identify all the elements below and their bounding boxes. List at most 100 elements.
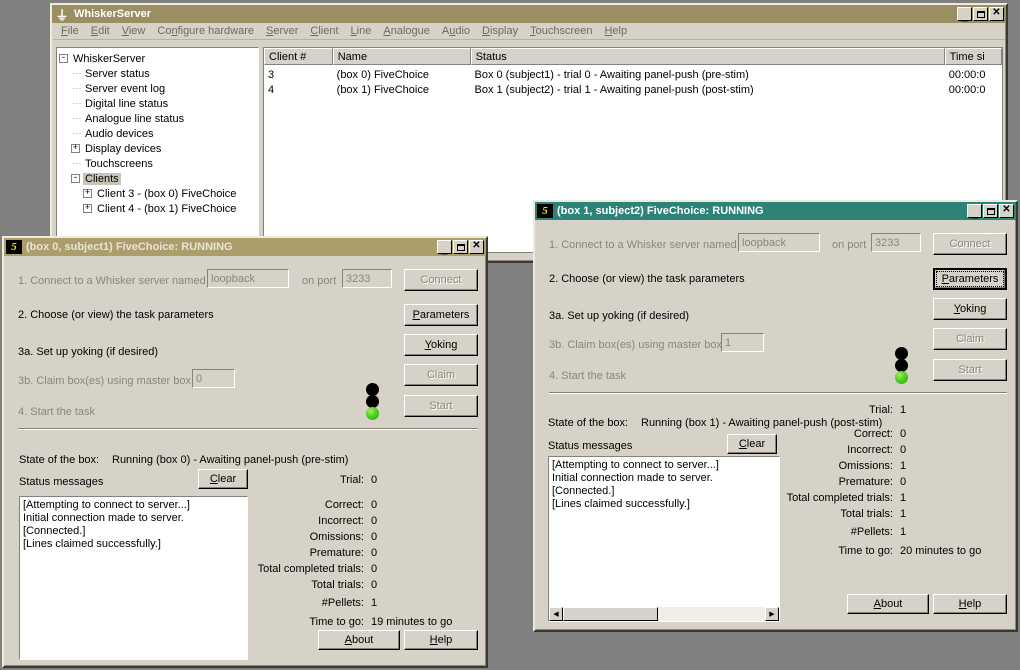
box1-stat-label-correct: Correct: [853, 428, 893, 440]
tree-expander-plus-icon[interactable]: + [71, 144, 80, 153]
tree-item-analogue-line-status[interactable]: ⋯ Analogue line status [59, 111, 256, 126]
menu-item-audio[interactable]: Audio [436, 24, 476, 38]
box1-titlebar[interactable]: 5 (box 1, subject2) FiveChoice: RUNNING … [535, 202, 1016, 220]
box1-port-input[interactable]: 3233 [871, 233, 921, 252]
tree-item-touchscreens[interactable]: ⋯ Touchscreens [59, 156, 256, 171]
server-tree: - WhiskerServer ⋯ Server status ⋯ Server even… [57, 48, 258, 219]
menu-item-help[interactable]: Help [598, 24, 633, 38]
box0-claim-label: Claim [426, 369, 456, 381]
tree-expander-minus-icon[interactable]: - [59, 54, 68, 63]
tree-item-whiskerserver[interactable]: - WhiskerServer [59, 51, 256, 66]
box0-divider [18, 428, 478, 430]
menu-item-client[interactable]: Client [304, 24, 344, 38]
box1-stat-value-total-completed-trials: 1 [900, 492, 907, 504]
box1-messages-hscrollbar[interactable]: ◀ ▶ [549, 607, 779, 621]
column-header-status[interactable]: Status [470, 48, 945, 65]
box1-step3b-label: 3b. Claim box(es) using master box [549, 339, 723, 351]
box0-master-box-input[interactable]: 0 [192, 369, 235, 388]
box1-stat-label-omissions: Omissions: [838, 460, 893, 472]
box0-about-button[interactable]: About [318, 630, 400, 650]
tree-item-label: Server status [85, 67, 150, 80]
box0-stat-label-total-completed-trials: Total completed trials: [257, 563, 364, 575]
box0-parameters-button[interactable]: Parameters [404, 304, 478, 326]
box1-status-lights [895, 347, 909, 384]
menu-item-configure-hardware[interactable]: Configure hardware [151, 24, 260, 38]
box1-start-button[interactable]: Start [933, 359, 1007, 381]
server-minimize-button[interactable]: _ [957, 7, 972, 22]
menu-item-file[interactable]: File [55, 24, 85, 38]
whisker-logo-icon: ⏚ [55, 7, 69, 23]
menu-item-server[interactable]: Server [260, 24, 304, 38]
menu-item-edit[interactable]: Edit [85, 24, 116, 38]
tree-item-clients[interactable]: - Clients [59, 171, 256, 186]
server-maximize-button[interactable] [973, 7, 988, 21]
box1-master-box-input[interactable]: 1 [721, 333, 764, 352]
tree-item-client-4-box-1-fivechoice[interactable]: + Client 4 - (box 1) FiveChoice [59, 201, 256, 216]
box1-parameters-button[interactable]: Parameters [933, 268, 1007, 290]
box1-maximize-button[interactable] [983, 204, 998, 218]
box1-claim-button[interactable]: Claim [933, 328, 1007, 350]
hscroll-track[interactable] [563, 607, 765, 621]
tree-item-digital-line-status[interactable]: ⋯ Digital line status [59, 96, 256, 111]
box0-connect-button[interactable]: Connect [404, 269, 478, 291]
client-time-since: 00:00:0 [948, 68, 986, 81]
column-header-name[interactable]: Name [332, 48, 471, 65]
box0-yoking-button[interactable]: Yoking [404, 334, 478, 356]
box1-about-button[interactable]: About [847, 594, 929, 614]
menu-item-analogue[interactable]: Analogue [377, 24, 436, 38]
menu-item-view[interactable]: View [116, 24, 152, 38]
box1-stat-value-trial: 1 [900, 404, 907, 416]
box1-connect-button[interactable]: Connect [933, 233, 1007, 255]
menu-item-display[interactable]: Display [476, 24, 524, 38]
box0-app-icon: 5 [6, 240, 22, 254]
box0-claim-button[interactable]: Claim [404, 364, 478, 386]
client-list-body: 3 (box 0) FiveChoice Box 0 (subject1) - tr… [264, 65, 1002, 97]
client-row[interactable]: 4 (box 1) FiveChoice Box 1 (subject2) - tr… [264, 82, 1002, 97]
tree-item-server-status[interactable]: ⋯ Server status [59, 66, 256, 81]
box1-stat-label-premature: Premature: [838, 476, 893, 488]
scroll-right-icon[interactable]: ▶ [765, 607, 779, 621]
tree-connector-icon: ⋯ [72, 128, 82, 138]
client-status: Box 1 (subject2) - trial 1 - Awaiting pa… [474, 83, 754, 96]
scroll-left-icon[interactable]: ◀ [549, 607, 563, 621]
box0-port-input[interactable]: 3233 [342, 269, 392, 288]
tree-item-client-3-box-0-fivechoice[interactable]: + Client 3 - (box 0) FiveChoice [59, 186, 256, 201]
box1-close-button[interactable]: ✕ [999, 204, 1014, 218]
tree-item-audio-devices[interactable]: ⋯ Audio devices [59, 126, 256, 141]
box1-help-button[interactable]: Help [933, 594, 1007, 614]
box0-minimize-button[interactable]: _ [437, 240, 452, 255]
box0-close-button[interactable]: ✕ [469, 240, 484, 254]
box0-stat-value-pellets: 1 [371, 597, 378, 609]
box1-stat-value-omissions: 1 [900, 460, 907, 472]
tree-item-label: Audio devices [85, 127, 154, 140]
box1-yoking-button[interactable]: Yoking [933, 298, 1007, 320]
tree-item-display-devices[interactable]: + Display devices [59, 141, 256, 156]
box1-about-label: About [873, 598, 903, 610]
column-header-time-si[interactable]: Time si [944, 48, 1002, 65]
tree-item-server-event-log[interactable]: ⋯ Server event log [59, 81, 256, 96]
tree-expander-plus-icon[interactable]: + [83, 204, 92, 213]
server-tree-pane[interactable]: - WhiskerServer ⋯ Server status ⋯ Server even… [56, 47, 259, 253]
box1-stat-label-total-completed-trials: Total completed trials: [786, 492, 893, 504]
box0-maximize-button[interactable] [453, 240, 468, 254]
tree-item-label: Server event log [85, 82, 166, 95]
box1-minimize-button[interactable]: _ [967, 204, 982, 219]
box0-start-button[interactable]: Start [404, 395, 478, 417]
tree-expander-plus-icon[interactable]: + [83, 189, 92, 198]
menu-item-line[interactable]: Line [345, 24, 378, 38]
box0-help-button[interactable]: Help [404, 630, 478, 650]
box0-titlebar[interactable]: 5 (box 0, subject1) FiveChoice: RUNNING … [4, 238, 486, 256]
tree-expander-minus-icon[interactable]: - [71, 174, 80, 183]
box0-server-name-input[interactable]: loopback [207, 269, 289, 288]
server-close-button[interactable]: ✕ [989, 7, 1004, 21]
box0-about-label: About [344, 634, 374, 646]
client-list-header: Client # Name Status Time si [264, 48, 1002, 65]
hscroll-thumb[interactable] [563, 607, 658, 621]
box1-server-name-input[interactable]: loopback [738, 233, 820, 252]
menu-item-touchscreen[interactable]: Touchscreen [524, 24, 598, 38]
box0-stat-label-omissions: Omissions: [309, 531, 364, 543]
client-row[interactable]: 3 (box 0) FiveChoice Box 0 (subject1) - tr… [264, 67, 1002, 82]
box0-port-label: on port [302, 275, 337, 287]
server-window-titlebar[interactable]: ⏚ WhiskerServer _ ✕ [52, 5, 1006, 23]
column-header-client[interactable]: Client # [264, 48, 333, 65]
